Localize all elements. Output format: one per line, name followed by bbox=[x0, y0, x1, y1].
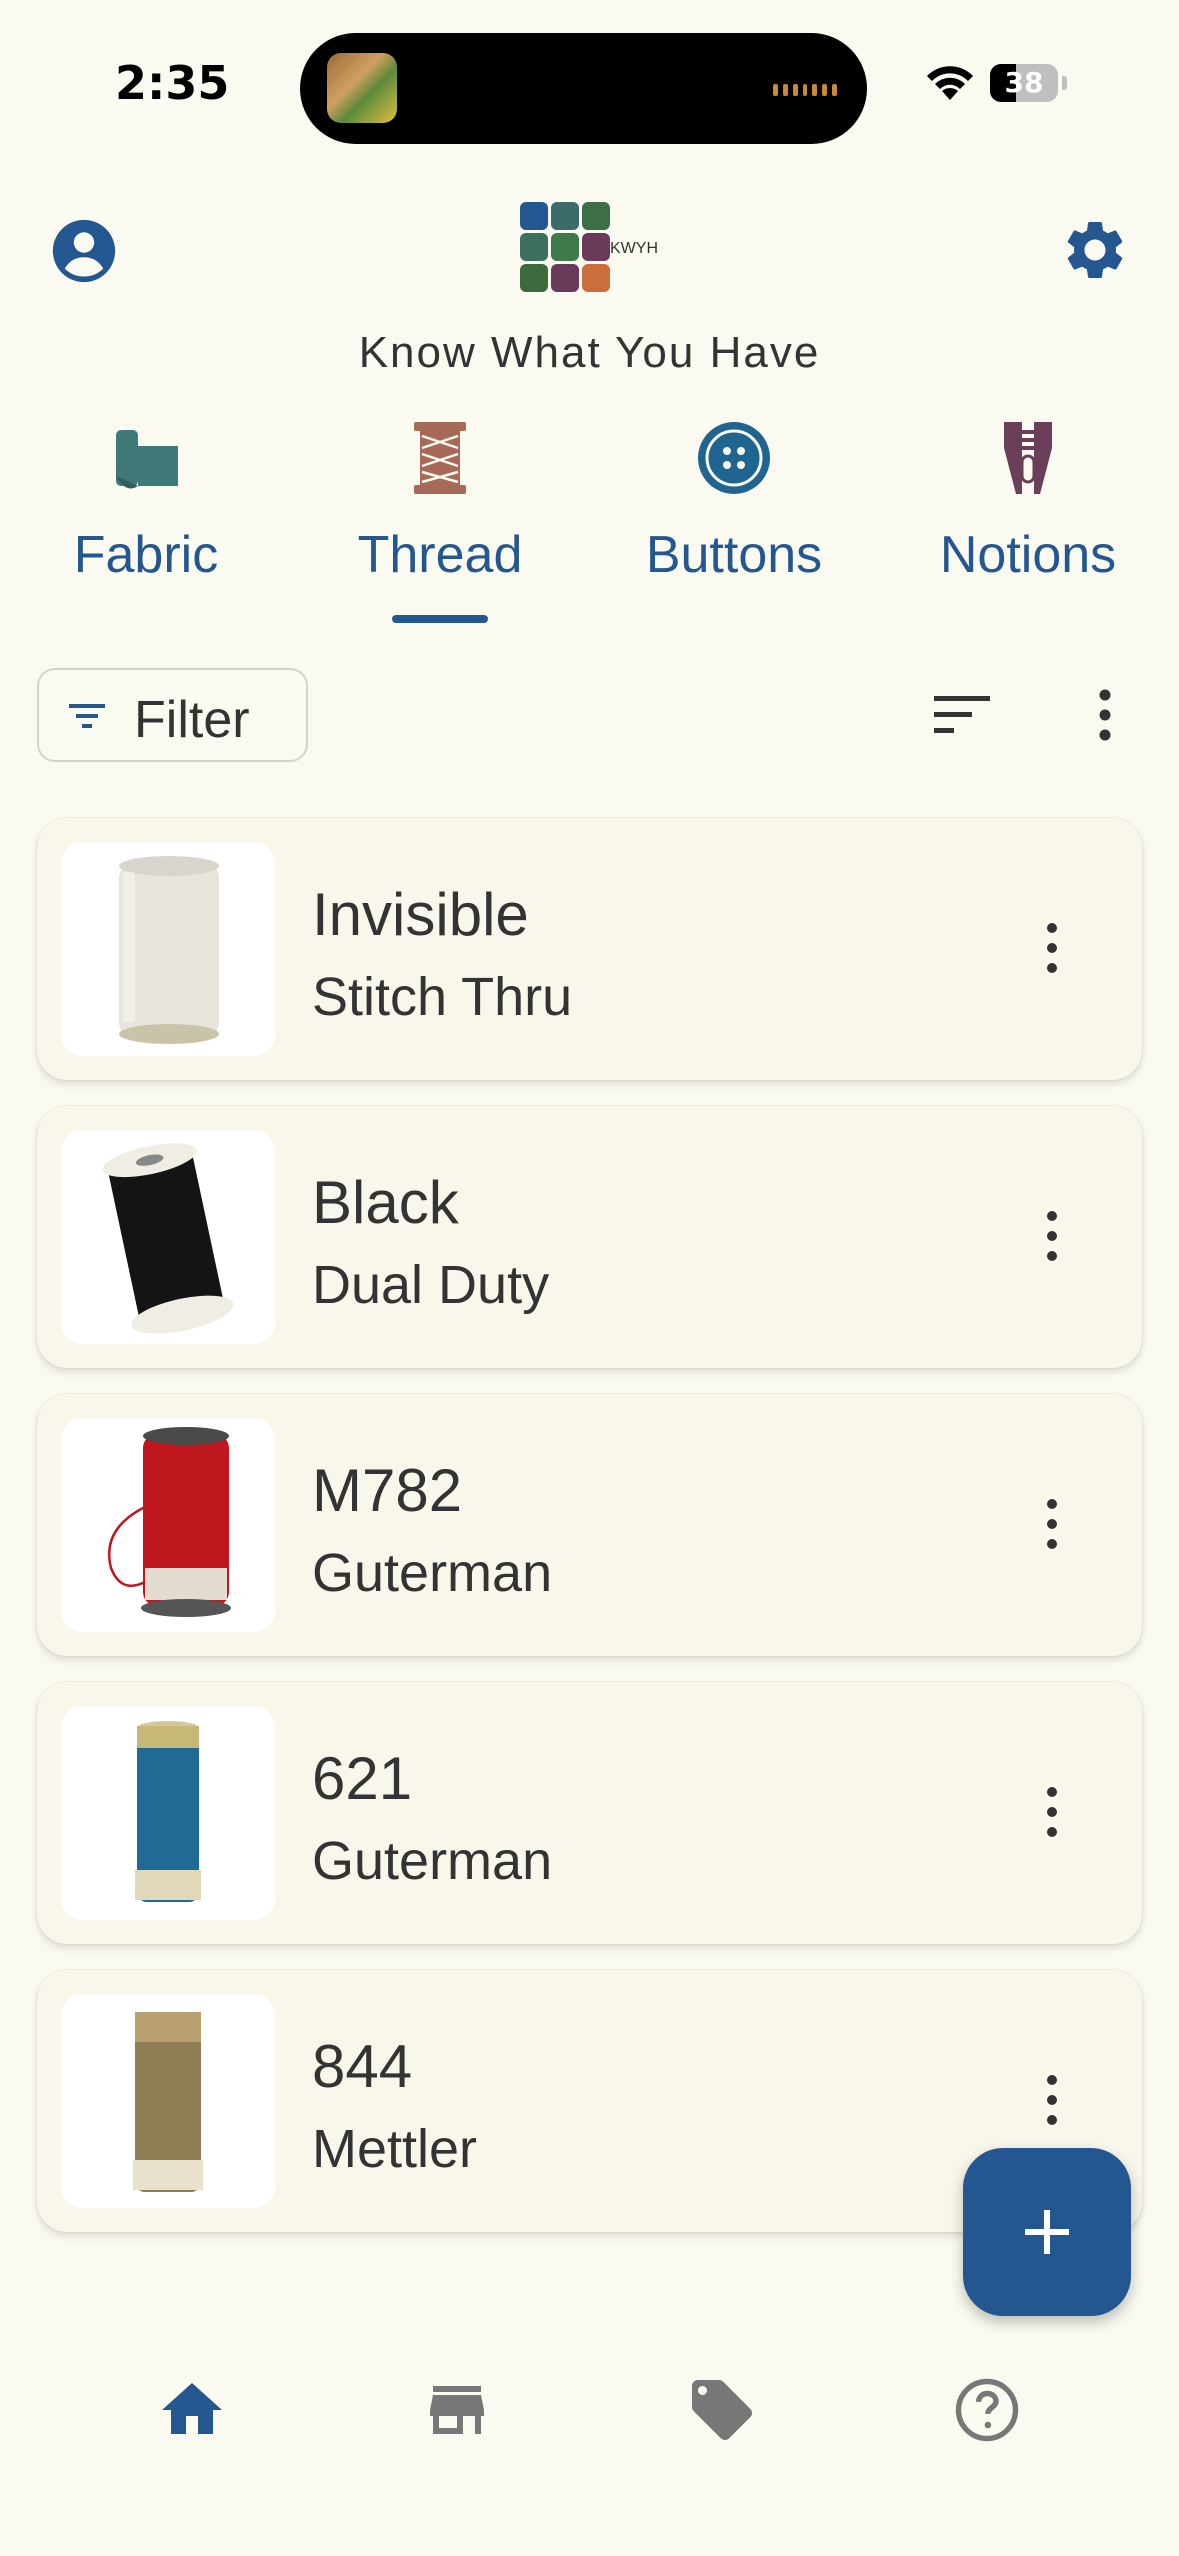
battery-nub bbox=[1062, 76, 1067, 90]
thread-brand-label: Stitch Thru bbox=[312, 967, 573, 1027]
status-time: 2:35 bbox=[115, 56, 230, 110]
now-playing-thumbnail bbox=[327, 53, 397, 123]
spool-image bbox=[133, 2012, 203, 2192]
gear-icon[interactable] bbox=[1060, 215, 1130, 285]
thread-brand-label: Mettler bbox=[312, 2119, 478, 2179]
thread-photo bbox=[61, 1418, 275, 1632]
thread-photo bbox=[61, 1706, 275, 1920]
audio-waveform-icon bbox=[773, 83, 838, 97]
nav-tags[interactable] bbox=[662, 2360, 782, 2460]
thread-brand-label: Guterman bbox=[312, 1831, 553, 1891]
nav-help[interactable] bbox=[927, 2360, 1047, 2460]
logo-text: KWYH bbox=[610, 240, 658, 257]
plus-icon bbox=[1025, 2210, 1069, 2254]
dynamic-island bbox=[300, 33, 867, 144]
nav-store[interactable] bbox=[397, 2360, 517, 2460]
thread-color-label: Invisible bbox=[312, 881, 529, 948]
more-vert-icon[interactable] bbox=[1040, 1494, 1064, 1554]
thread-brand-label: Dual Duty bbox=[312, 1255, 550, 1315]
selected-tab-indicator bbox=[392, 615, 488, 623]
filter-icon bbox=[69, 704, 105, 728]
sort-icon[interactable] bbox=[932, 690, 992, 740]
store-icon bbox=[430, 2386, 484, 2434]
spool-image bbox=[102, 1143, 234, 1334]
logo-grid bbox=[520, 202, 610, 292]
tab-notions-label: Notions bbox=[939, 526, 1117, 584]
thread-photo bbox=[61, 1130, 275, 1344]
thread-color-label: M782 bbox=[312, 1457, 463, 1524]
thread-color-label: Black bbox=[312, 1169, 459, 1236]
thread-color-label: 621 bbox=[312, 1745, 413, 1812]
thread-brand-label: Guterman bbox=[312, 1543, 553, 1603]
spool-image bbox=[135, 1721, 201, 1902]
thread-photo bbox=[61, 842, 275, 1056]
filter-label: Filter bbox=[134, 691, 250, 749]
tab-thread-label: Thread bbox=[357, 526, 523, 584]
fabric-bolt-icon bbox=[116, 430, 178, 489]
spool-image bbox=[107, 1427, 231, 1617]
tab-buttons-label: Buttons bbox=[645, 526, 823, 584]
thread-color-label: 844 bbox=[312, 2033, 413, 2100]
tab-fabric-label: Fabric bbox=[73, 526, 219, 584]
home-icon bbox=[162, 2383, 222, 2434]
more-vert-icon[interactable] bbox=[1040, 918, 1064, 978]
add-item-button[interactable] bbox=[963, 2148, 1131, 2316]
thread-card[interactable]: M782 Guterman bbox=[37, 1394, 1142, 1656]
nav-home[interactable] bbox=[132, 2360, 252, 2460]
thread-card[interactable]: Black Dual Duty bbox=[37, 1106, 1142, 1368]
button-icon bbox=[698, 422, 770, 494]
more-vert-icon[interactable] bbox=[1040, 1206, 1064, 1266]
thread-card[interactable]: 621 Guterman bbox=[37, 1682, 1142, 1944]
tab-buttons[interactable]: Buttons bbox=[594, 410, 874, 630]
more-vert-icon[interactable] bbox=[1040, 1782, 1064, 1842]
thread-card[interactable]: Invisible Stitch Thru bbox=[37, 818, 1142, 1080]
wifi-icon bbox=[927, 66, 973, 100]
spool-image bbox=[119, 856, 219, 1044]
more-vert-icon[interactable] bbox=[1085, 685, 1125, 745]
help-icon bbox=[955, 2378, 1019, 2442]
bottom-navigation bbox=[0, 2360, 1179, 2460]
app-logo: KWYH bbox=[520, 202, 660, 298]
zipper-icon bbox=[1004, 422, 1052, 494]
tag-icon bbox=[692, 2380, 752, 2440]
tab-notions[interactable]: Notions bbox=[888, 410, 1168, 630]
app-title: Know What You Have bbox=[358, 328, 821, 377]
filter-button[interactable]: Filter bbox=[37, 668, 308, 762]
thread-spool-icon bbox=[414, 422, 466, 494]
tab-thread[interactable]: Thread bbox=[300, 410, 580, 630]
account-circle-icon[interactable] bbox=[50, 217, 118, 285]
battery-percentage: 38 bbox=[1004, 66, 1044, 99]
more-vert-icon[interactable] bbox=[1040, 2070, 1064, 2130]
battery-icon: 38 bbox=[990, 64, 1058, 102]
tab-fabric[interactable]: Fabric bbox=[6, 410, 286, 630]
thread-photo bbox=[61, 1994, 275, 2208]
status-bar: 2:35 38 bbox=[0, 0, 1179, 150]
